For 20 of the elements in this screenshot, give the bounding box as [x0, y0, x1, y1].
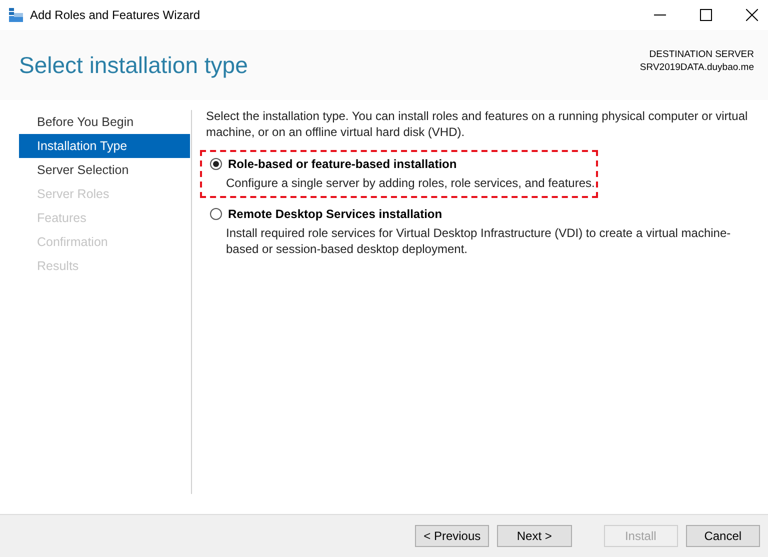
- destination-label: DESTINATION SERVER: [649, 49, 754, 60]
- destination-server: SRV2019DATA.duybao.me: [640, 62, 754, 73]
- radio-button[interactable]: [210, 158, 222, 170]
- radio-button[interactable]: [210, 208, 222, 220]
- option-label[interactable]: Remote Desktop Services installation: [228, 207, 442, 221]
- option-label[interactable]: Role-based or feature-based installation: [228, 157, 457, 171]
- wizard-button[interactable]: < Previous: [415, 525, 490, 547]
- close-icon[interactable]: [746, 9, 758, 21]
- page-title: Select installation type: [19, 52, 248, 78]
- sidebar-item[interactable]: Server Selection: [19, 158, 190, 182]
- intro-text: Select the installation type. You can install roles and features on a running physical computer or virtual machine, or on an offline virtual hard disk (VHD).: [206, 108, 749, 140]
- window-title: Add Roles and Features Wizard: [30, 8, 200, 22]
- maximize-icon[interactable]: [700, 9, 712, 21]
- wizard-button[interactable]: Cancel: [686, 525, 760, 547]
- sidebar-item[interactable]: Before You Begin: [19, 110, 190, 134]
- app-icon: [8, 7, 24, 23]
- wizard-button[interactable]: Next >: [497, 525, 572, 547]
- option-description: Install required role services for Virtual Desktop Infrastructure (VDI) to create a virtual machine-based or session-based desktop deployment.: [226, 225, 732, 257]
- sidebar-item[interactable]: Installation Type: [19, 134, 190, 158]
- option-description: Configure a single server by adding roles, role services, and features.: [226, 175, 596, 191]
